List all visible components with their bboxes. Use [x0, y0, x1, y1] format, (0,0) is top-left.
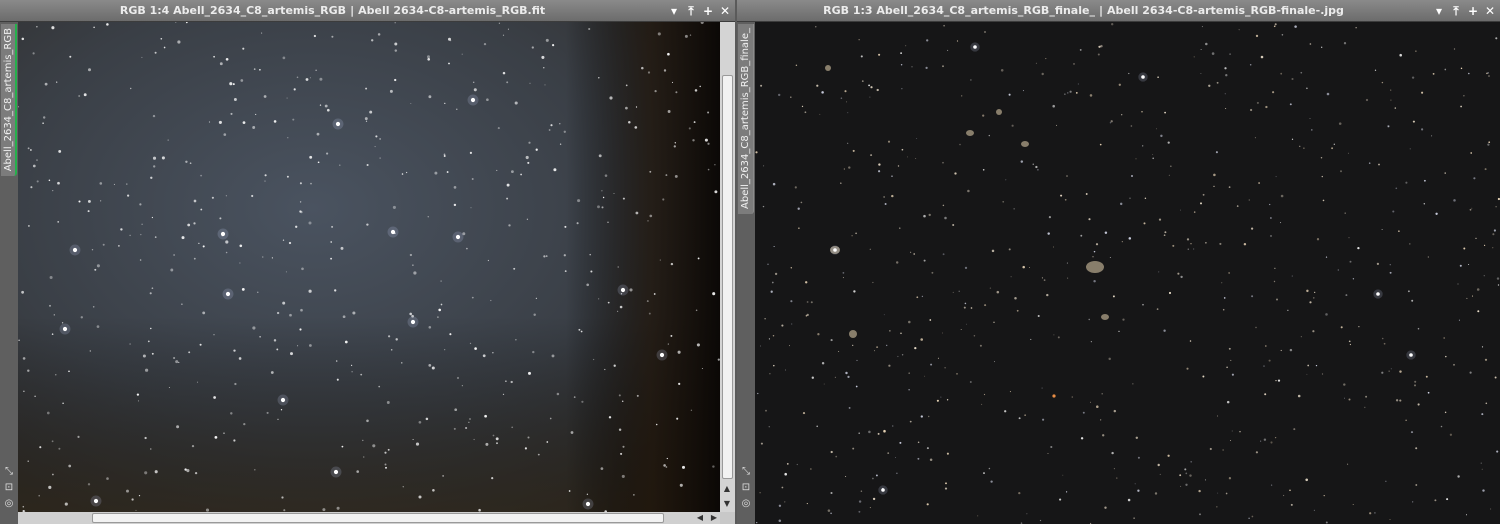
vertical-scroll-thumb[interactable] [722, 75, 733, 479]
minimize-icon[interactable]: ⤒ [1449, 4, 1463, 18]
view-icon[interactable]: ◎ [3, 498, 15, 510]
vertical-scrollbar[interactable]: ▲ ▼ [720, 22, 735, 512]
maximize-icon[interactable]: + [701, 4, 715, 18]
scroll-left-icon[interactable]: ◀ [694, 512, 706, 524]
shade-icon[interactable]: ▾ [1432, 4, 1446, 18]
close-icon[interactable]: ✕ [718, 4, 732, 18]
fit-icon[interactable]: ⤡ [3, 466, 15, 478]
image-view[interactable] [755, 22, 1500, 524]
image-window-processed: RGB 1:3 Abell_2634_C8_artemis_RGB_finale… [737, 0, 1500, 524]
zoom-icon[interactable]: ⊡ [3, 482, 15, 494]
shade-icon[interactable]: ▾ [667, 4, 681, 18]
view-id-tab[interactable]: Abell_2634_C8_artemis_RGB [1, 24, 17, 176]
scroll-down-icon[interactable]: ▼ [721, 498, 733, 510]
horizontal-scrollbar[interactable]: ◀ ▶ [18, 512, 720, 524]
window-title: RGB 1:4 Abell_2634_C8_artemis_RGB | Abell … [119, 4, 546, 17]
image-view[interactable] [18, 22, 720, 512]
starfield-image-raw [18, 22, 720, 512]
minimize-icon[interactable]: ⤒ [684, 4, 698, 18]
window-titlebar[interactable]: RGB 1:4 Abell_2634_C8_artemis_RGB | Abell … [0, 0, 735, 22]
view-sidebar: Abell_2634_C8_artemis_RGB_finale_ ⤡ ⊡ ◎ [737, 22, 755, 524]
view-id-tab[interactable]: Abell_2634_C8_artemis_RGB_finale_ [738, 24, 754, 214]
starfield-image-processed [755, 22, 1500, 524]
view-icon[interactable]: ◎ [740, 498, 752, 510]
window-title: RGB 1:3 Abell_2634_C8_artemis_RGB_finale… [823, 4, 1344, 17]
close-icon[interactable]: ✕ [1483, 4, 1497, 18]
view-sidebar: Abell_2634_C8_artemis_RGB ⤡ ⊡ ◎ [0, 22, 18, 524]
zoom-icon[interactable]: ⊡ [740, 482, 752, 494]
scroll-up-icon[interactable]: ▲ [721, 483, 733, 495]
scroll-right-icon[interactable]: ▶ [708, 512, 720, 524]
image-window-raw: RGB 1:4 Abell_2634_C8_artemis_RGB | Abell … [0, 0, 735, 524]
horizontal-scroll-thumb[interactable] [92, 513, 664, 523]
scroll-corner [720, 512, 735, 524]
window-titlebar[interactable]: RGB 1:3 Abell_2634_C8_artemis_RGB_finale… [737, 0, 1500, 22]
maximize-icon[interactable]: + [1466, 4, 1480, 18]
fit-icon[interactable]: ⤡ [740, 466, 752, 478]
